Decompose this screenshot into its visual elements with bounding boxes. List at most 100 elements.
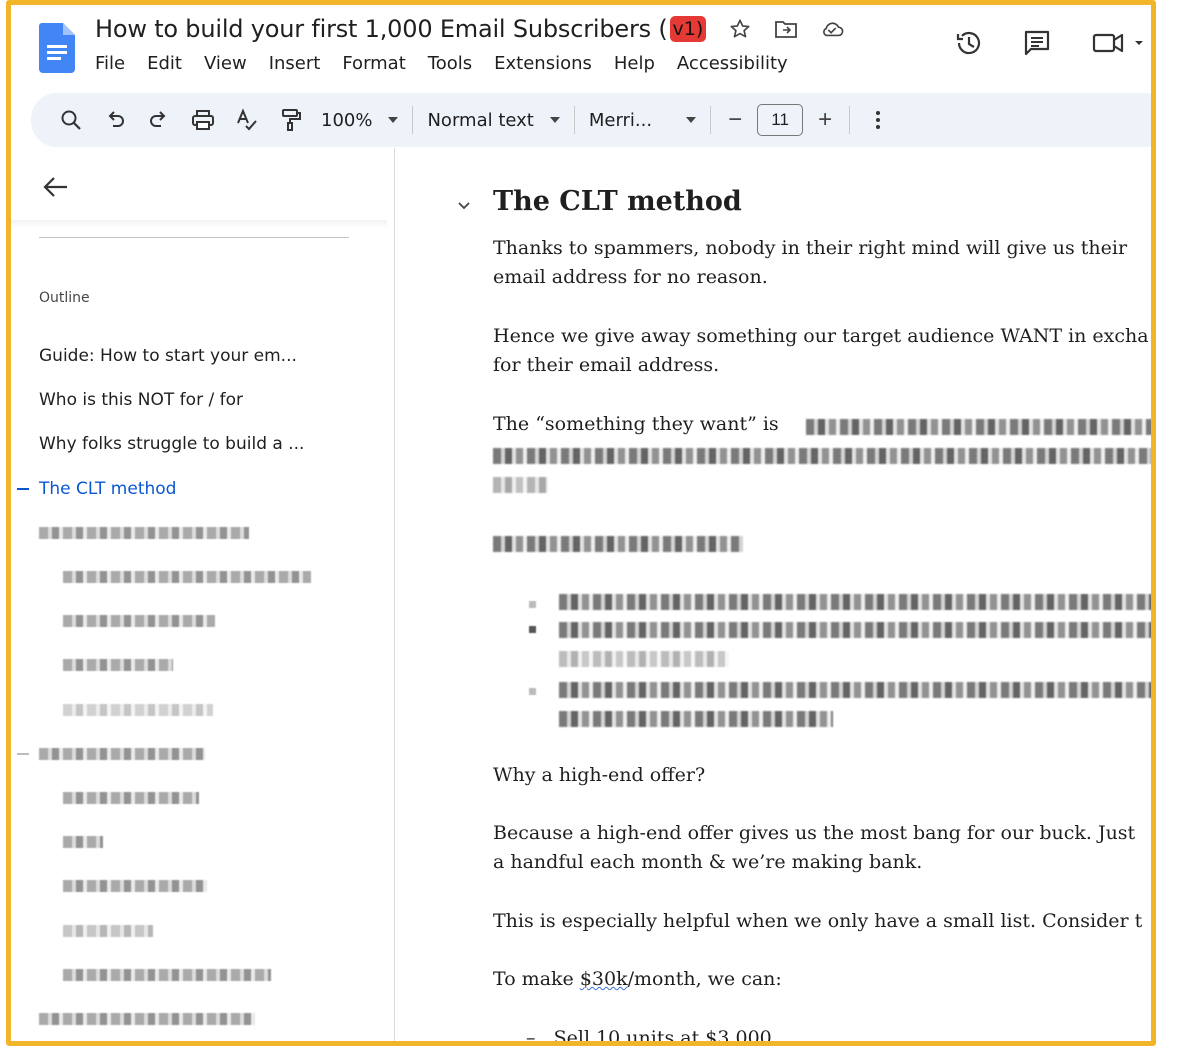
menu-edit[interactable]: Edit xyxy=(147,53,193,74)
redacted-text xyxy=(39,747,205,760)
comments-icon[interactable] xyxy=(1019,25,1055,61)
redacted-text xyxy=(63,968,271,981)
sidebar-shadow xyxy=(11,220,387,228)
outline-item-redacted[interactable] xyxy=(11,688,395,732)
redacted-text xyxy=(559,711,833,727)
text-line: The “something they want” is xyxy=(493,413,779,435)
list-bullet xyxy=(529,688,536,695)
outline-item[interactable]: Why folks struggle to build a ... xyxy=(11,422,395,466)
redacted-text xyxy=(559,622,1151,638)
paragraph: Hence we give away something our target … xyxy=(493,322,1149,380)
outline-item-redacted[interactable] xyxy=(11,555,395,599)
paragraph-style-value: Normal text xyxy=(427,109,534,131)
sidebar-divider xyxy=(39,237,349,238)
increase-font-size-button[interactable]: + xyxy=(815,106,835,134)
paragraph: This is especially helpful when we only … xyxy=(493,907,1142,936)
document-page[interactable]: The CLT method Thanks to spammers, nobod… xyxy=(396,148,1151,1046)
list-dash: – xyxy=(526,1027,554,1046)
formatting-toolbar: 100% Normal text Merri... − 11 + xyxy=(31,93,1151,147)
text-line: Why a high-end offer? xyxy=(493,764,706,786)
outline-item[interactable]: Guide: How to start your em... xyxy=(11,334,395,378)
redacted-text xyxy=(559,682,1151,698)
menu-insert[interactable]: Insert xyxy=(269,53,332,74)
list-bullet xyxy=(529,626,536,633)
app-window: How to build your first 1,000 Email Subs… xyxy=(6,0,1156,1046)
outline-item-redacted[interactable] xyxy=(11,732,395,776)
google-docs-logo-icon[interactable] xyxy=(39,23,75,73)
back-arrow-icon[interactable] xyxy=(41,172,71,202)
paragraph-style-select[interactable]: Normal text xyxy=(427,109,560,131)
collapse-chevron-icon[interactable] xyxy=(456,198,472,214)
section-heading: The CLT method xyxy=(493,186,742,217)
outline-item-redacted[interactable] xyxy=(11,776,395,820)
outline-item-redacted[interactable] xyxy=(11,820,395,864)
redacted-text xyxy=(559,651,729,667)
redacted-text xyxy=(493,477,548,493)
decrease-font-size-button[interactable]: − xyxy=(725,106,745,134)
menu-extensions[interactable]: Extensions xyxy=(494,53,603,74)
zoom-value: 100% xyxy=(321,109,373,131)
outline-item-label: Guide: How to start your em... xyxy=(39,346,297,367)
outline-item-redacted[interactable] xyxy=(11,511,395,555)
redacted-text xyxy=(493,448,1151,464)
redacted-text xyxy=(63,659,173,672)
text-line: Thanks to spammers, nobody in their righ… xyxy=(493,237,1128,259)
menu-help[interactable]: Help xyxy=(614,53,666,74)
outline-item-active[interactable]: The CLT method xyxy=(11,467,395,511)
outline-list: Guide: How to start your em... Who is th… xyxy=(11,334,395,1041)
redacted-text xyxy=(63,571,311,584)
document-title[interactable]: How to build your first 1,000 Email Subs… xyxy=(95,15,668,43)
outline-item[interactable]: Who is this NOT for / for xyxy=(11,378,395,422)
zoom-caret-icon xyxy=(388,117,399,123)
redacted-text xyxy=(493,536,743,552)
outline-item-redacted[interactable] xyxy=(11,864,395,908)
search-menus-icon[interactable] xyxy=(57,106,85,134)
redacted-text xyxy=(39,526,249,539)
menu-format[interactable]: Format xyxy=(342,53,416,74)
print-icon[interactable] xyxy=(189,106,217,134)
menu-view[interactable]: View xyxy=(204,53,258,74)
style-caret-icon xyxy=(549,117,560,123)
list-bullet xyxy=(529,601,536,608)
cloud-saved-icon[interactable] xyxy=(820,17,844,41)
toolbar-divider xyxy=(573,106,575,134)
move-to-folder-icon[interactable] xyxy=(774,17,798,41)
toolbar-divider xyxy=(412,106,414,134)
outline-item-redacted[interactable] xyxy=(11,599,395,643)
outline-item-redacted[interactable] xyxy=(11,908,395,952)
redacted-text xyxy=(63,615,215,628)
redacted-text xyxy=(559,594,1151,610)
undo-icon[interactable] xyxy=(101,106,129,134)
outline-label: Outline xyxy=(39,290,90,306)
zoom-select[interactable]: 100% xyxy=(321,109,399,131)
text-line: Because a high-end offer gives us the mo… xyxy=(493,822,1136,844)
menu-file[interactable]: File xyxy=(95,53,136,74)
text-line: email address for no reason. xyxy=(493,266,768,288)
toolbar-divider xyxy=(849,106,851,134)
outline-item-label: Who is this NOT for / for xyxy=(39,390,243,411)
outline-item-redacted[interactable] xyxy=(11,953,395,997)
font-size-input[interactable]: 11 xyxy=(757,104,804,136)
outline-item-redacted[interactable] xyxy=(11,997,395,1041)
menu-bar: File Edit View Insert Format Tools Exten… xyxy=(95,53,810,74)
font-family-select[interactable]: Merri... xyxy=(589,110,697,131)
text-line: Sell 10 units at $3,000 xyxy=(553,1027,772,1046)
outline-item-redacted[interactable] xyxy=(11,643,395,687)
redo-icon[interactable] xyxy=(145,106,173,134)
text-line: Hence we give away something our target … xyxy=(493,325,1149,347)
text-line: This is especially helpful when we only … xyxy=(493,910,1143,932)
spellcheck-icon[interactable] xyxy=(233,106,261,134)
spellcheck-flagged-text[interactable]: $30k xyxy=(580,968,628,990)
star-icon[interactable] xyxy=(728,17,752,41)
more-options-icon[interactable] xyxy=(864,106,892,134)
menu-tools[interactable]: Tools xyxy=(428,53,483,74)
font-caret-icon xyxy=(686,117,697,123)
redacted-text xyxy=(63,924,153,937)
meet-video-icon[interactable] xyxy=(1087,25,1151,61)
outline-item-label: The CLT method xyxy=(39,478,177,499)
paint-format-icon[interactable] xyxy=(277,106,305,134)
paragraph: Because a high-end offer gives us the mo… xyxy=(493,819,1135,877)
menu-accessibility[interactable]: Accessibility xyxy=(677,53,799,74)
text-fragment: To make xyxy=(493,968,580,990)
version-history-icon[interactable] xyxy=(951,25,987,61)
